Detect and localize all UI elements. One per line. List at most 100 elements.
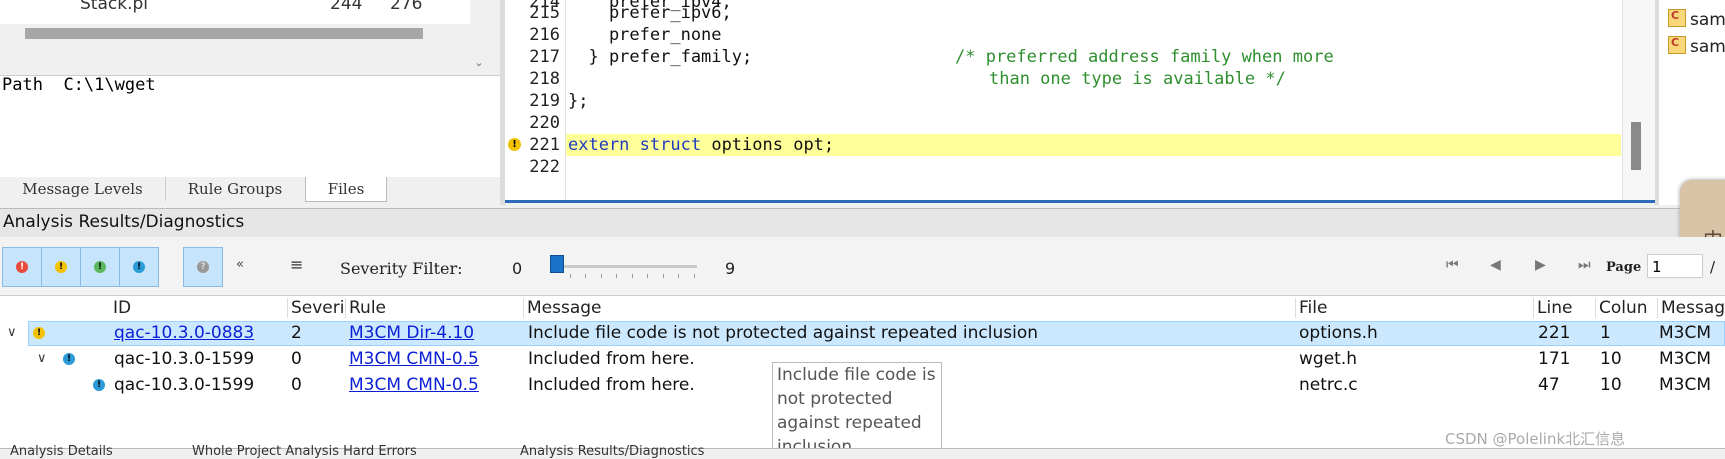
row-file: netrc.c (1299, 375, 1358, 395)
row-column: 1 (1600, 323, 1611, 343)
tab-message-levels[interactable]: Message Levels (0, 177, 166, 201)
slider-tick (616, 274, 617, 278)
slider-tick (647, 274, 648, 278)
row-message-group: M3CM (1659, 375, 1712, 395)
severity-slider-thumb[interactable] (550, 255, 564, 273)
row-severity: 0 (291, 349, 302, 369)
row-severity: 2 (291, 323, 302, 343)
error-filter-button[interactable]: ! (2, 247, 42, 287)
expand-chevron-icon[interactable]: ∨ (7, 325, 17, 340)
row-line: 221 (1538, 323, 1571, 343)
keyword: extern (568, 135, 630, 155)
slider-tick (570, 274, 571, 278)
keyword: struct (639, 135, 702, 155)
page-label: Page (1606, 260, 1642, 275)
panel-title: Analysis Results/Diagnostics (3, 212, 245, 232)
code-line: prefer_none (568, 25, 722, 45)
editor-scrollbar-thumb[interactable] (1631, 122, 1641, 170)
info-green-filter-button[interactable]: ! (80, 247, 120, 287)
line-number: 216 (529, 25, 560, 45)
editor-focus-border (505, 200, 1655, 203)
column-header-column[interactable]: Colun (1596, 298, 1658, 318)
last-page-icon[interactable]: ⏭ (1578, 257, 1591, 273)
warning-filter-button[interactable]: ! (41, 247, 81, 287)
slider-tick (663, 274, 664, 278)
path-label: Path (2, 75, 43, 95)
watermark-text: CSDN @Polelink北汇信息 (1445, 430, 1626, 448)
line-number: 215 (529, 3, 560, 23)
row-column: 10 (1600, 349, 1622, 369)
row-message: Included from here. (528, 375, 695, 395)
severity-slider-track[interactable] (555, 265, 697, 268)
slider-tick (694, 274, 695, 278)
code-line: }; (568, 91, 589, 111)
page-input[interactable]: 1 (1647, 254, 1703, 278)
tree-row-label[interactable]: Stack.pi (80, 0, 148, 14)
column-header-message-group[interactable]: Messag (1658, 298, 1725, 318)
slider-tick (632, 274, 633, 278)
expand-chevron-icon[interactable]: ∨ (37, 351, 47, 366)
row-message-group: M3CM (1659, 323, 1712, 343)
row-id[interactable]: qac-10.3.0-1599 (114, 349, 254, 369)
c-file-icon (1668, 36, 1686, 54)
severity-max: 9 (725, 259, 736, 278)
list-menu-icon[interactable]: ≡ (290, 255, 303, 274)
row-id-link[interactable]: qac-10.3.0-0883 (114, 323, 254, 343)
column-header-id[interactable]: ID (110, 298, 288, 318)
analysis-toolbar (0, 237, 1725, 296)
left-panel-tabs: Message Levels Rule Groups Files (0, 177, 500, 203)
line-number: 218 (529, 69, 560, 89)
next-page-icon[interactable]: ▶ (1535, 257, 1546, 273)
info-blue-filter-button[interactable]: ! (119, 247, 159, 287)
error-icon: ! (16, 261, 28, 273)
tree-scrollbar-thumb[interactable] (25, 28, 423, 39)
path-value: C:\1\wget (63, 75, 156, 95)
row-column: 10 (1600, 375, 1622, 395)
analysis-panel-header (0, 208, 1725, 238)
line-number: 221 (529, 135, 560, 155)
prev-page-icon[interactable]: ◀ (1490, 257, 1501, 273)
code-text: options opt; (701, 135, 835, 155)
file-list-item[interactable]: sam (1668, 36, 1725, 56)
line-number: 219 (529, 91, 560, 111)
row-line: 171 (1538, 349, 1571, 369)
row-message: Include file code is not protected again… (528, 323, 1039, 343)
warning-severity-icon: ! (33, 327, 45, 339)
tab-files[interactable]: Files (305, 177, 387, 202)
row-line: 47 (1538, 375, 1560, 395)
severity-min: 0 (512, 259, 523, 278)
column-header-file[interactable]: File (1296, 298, 1534, 318)
line-number: 217 (529, 47, 560, 67)
suppressed-filter-button[interactable]: ? (183, 247, 223, 287)
collapse-all-icon[interactable]: « (236, 257, 244, 272)
severity-filter-label: Severity Filter: (340, 259, 463, 278)
tab-rule-groups[interactable]: Rule Groups (165, 177, 306, 201)
path-line: Path C:\1\wget (2, 75, 156, 95)
line-number: 220 (529, 113, 560, 133)
first-page-icon[interactable]: ⏮ (1446, 257, 1459, 273)
code-line: prefer_ipv6, (568, 3, 732, 23)
column-header-message[interactable]: Message (524, 298, 1296, 318)
column-header-line[interactable]: Line (1534, 298, 1596, 318)
tree-panel: Stack.pi 244 276 (0, 0, 470, 24)
message-tooltip: Include file code is not protected again… (772, 362, 942, 457)
file-list-item[interactable]: sam (1668, 9, 1725, 29)
row-rule-link[interactable]: M3CM Dir-4.10 (349, 323, 474, 343)
info-green-icon: ! (94, 261, 106, 273)
editor-vertical-scrollbar[interactable] (1622, 0, 1656, 200)
column-header-severity[interactable]: Severi (288, 298, 346, 318)
code-line-221: extern struct options opt; (568, 135, 834, 155)
row-id[interactable]: qac-10.3.0-1599 (114, 375, 254, 395)
slider-tick (601, 274, 602, 278)
row-rule-link[interactable]: M3CM CMN-0.5 (349, 349, 479, 369)
info-severity-icon: ! (93, 379, 105, 391)
code-comment: than one type is available */ (989, 69, 1286, 89)
info-blue-icon: ! (133, 261, 145, 273)
row-rule-link[interactable]: M3CM CMN-0.5 (349, 375, 479, 395)
row-file: wget.h (1299, 349, 1357, 369)
column-header-rule[interactable]: Rule (346, 298, 524, 318)
collapse-chevron-icon[interactable]: ⌄ (472, 56, 486, 70)
suppressed-icon: ? (197, 261, 209, 273)
slider-tick (678, 274, 679, 278)
info-severity-icon: ! (63, 353, 75, 365)
